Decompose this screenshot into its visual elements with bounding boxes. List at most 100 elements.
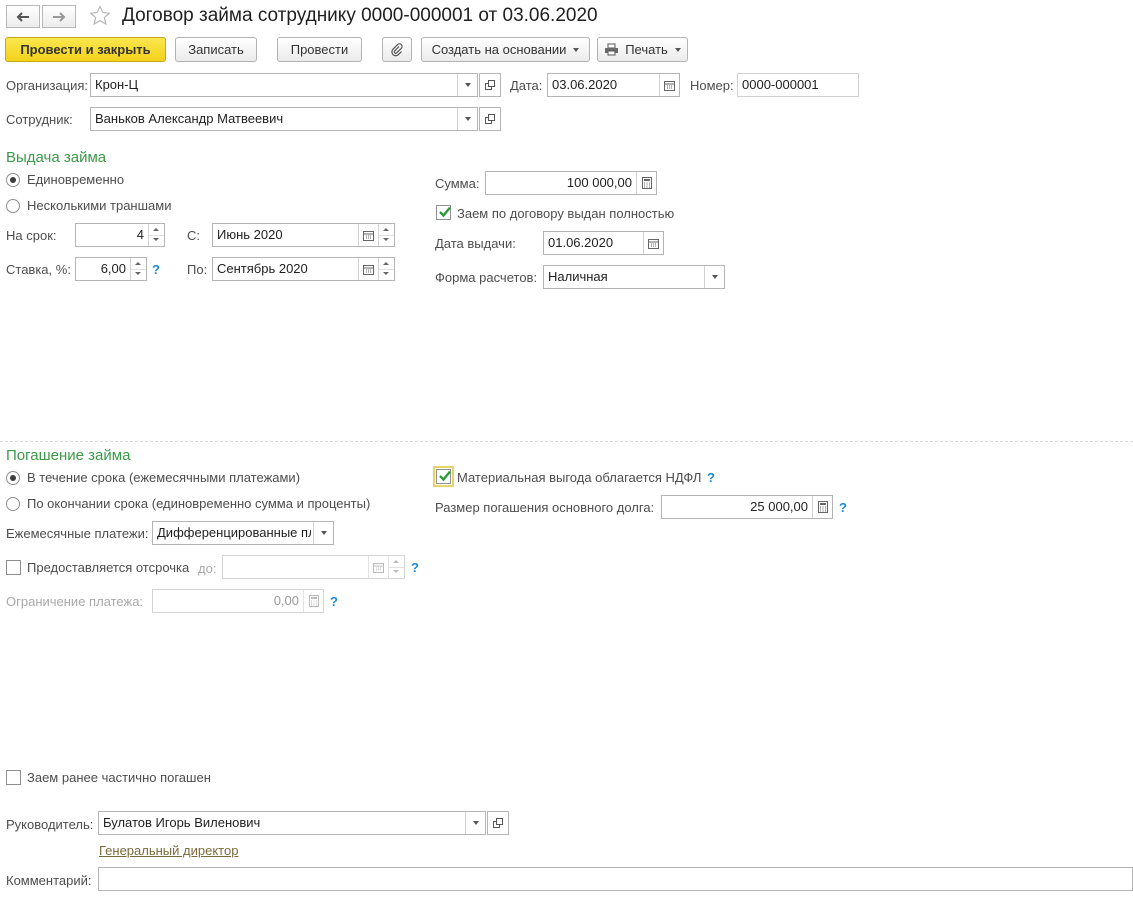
head-dropdown[interactable] bbox=[465, 812, 485, 834]
date-calendar-button[interactable] bbox=[659, 74, 679, 96]
to-label: По: bbox=[187, 262, 208, 277]
issue-once-radio[interactable] bbox=[6, 173, 20, 187]
employee-label: Сотрудник: bbox=[6, 112, 73, 127]
to-value: Сентябрь 2020 bbox=[217, 261, 308, 276]
repay-monthly-radio[interactable] bbox=[6, 471, 20, 485]
open-window-icon bbox=[485, 114, 495, 124]
rate-help-icon[interactable]: ? bbox=[152, 262, 160, 277]
date-field[interactable]: 03.06.2020 bbox=[547, 73, 680, 97]
repay-section-title: Погашение займа bbox=[6, 447, 131, 464]
deferral-help-icon[interactable]: ? bbox=[411, 560, 419, 575]
chevron-down-icon bbox=[464, 83, 471, 87]
arrow-right-icon bbox=[53, 11, 66, 22]
comment-field[interactable] bbox=[98, 867, 1133, 891]
calendar-icon bbox=[373, 562, 384, 573]
number-label: Номер: bbox=[690, 78, 734, 93]
calendar-icon bbox=[363, 264, 374, 275]
head-position-link[interactable]: Генеральный директор bbox=[99, 843, 238, 858]
star-icon bbox=[89, 5, 111, 26]
sum-calculator-button[interactable] bbox=[636, 172, 656, 194]
sum-value: 100 000,00 bbox=[566, 175, 632, 190]
to-calendar-button[interactable] bbox=[358, 258, 378, 280]
calendar-icon bbox=[648, 238, 659, 249]
printer-icon bbox=[605, 43, 619, 56]
term-field[interactable]: 4 bbox=[75, 223, 165, 247]
issue-date-calendar-button[interactable] bbox=[643, 232, 663, 254]
back-button[interactable] bbox=[6, 5, 40, 28]
payment-limit-help-icon[interactable]: ? bbox=[330, 594, 338, 609]
number-field[interactable]: 0000-000001 bbox=[737, 73, 859, 97]
attach-button[interactable] bbox=[382, 37, 412, 62]
deferral-checkbox[interactable] bbox=[6, 560, 21, 575]
from-stepper[interactable] bbox=[378, 224, 394, 246]
page-title: Договор займа сотруднику 0000-000001 от … bbox=[122, 5, 598, 26]
to-field[interactable]: Сентябрь 2020 bbox=[212, 257, 395, 281]
organization-dropdown[interactable] bbox=[457, 74, 477, 96]
employee-dropdown[interactable] bbox=[457, 108, 477, 130]
sum-label: Сумма: bbox=[435, 176, 480, 191]
forward-button[interactable] bbox=[42, 5, 76, 28]
favorite-star[interactable] bbox=[89, 5, 111, 30]
chevron-down-icon bbox=[674, 47, 681, 52]
deferral-stepper[interactable] bbox=[388, 556, 404, 578]
monthly-payments-value: Дифференцированные платежи bbox=[157, 525, 311, 540]
save-button[interactable]: Записать bbox=[175, 37, 257, 62]
deferral-date-field[interactable] bbox=[222, 555, 405, 579]
from-value: Июнь 2020 bbox=[217, 227, 283, 242]
payment-form-select[interactable]: Наличная bbox=[543, 265, 725, 289]
fully-issued-checkbox[interactable] bbox=[436, 205, 451, 220]
employee-field[interactable]: Ваньков Александр Матвеевич bbox=[90, 107, 478, 131]
payment-limit-field[interactable]: 0,00 bbox=[152, 589, 324, 613]
create-based-on-button[interactable]: Создать на основании bbox=[421, 37, 590, 62]
payment-form-dropdown[interactable] bbox=[704, 266, 724, 288]
ndfl-label: Материальная выгода облагается НДФЛ bbox=[457, 470, 702, 485]
comment-label: Комментарий: bbox=[6, 873, 92, 888]
print-button[interactable]: Печать bbox=[597, 37, 688, 62]
principal-help-icon[interactable]: ? bbox=[839, 500, 847, 515]
issue-tranches-radio[interactable] bbox=[6, 199, 20, 213]
rate-field[interactable]: 6,00 bbox=[75, 257, 147, 281]
to-stepper[interactable] bbox=[378, 258, 394, 280]
deferral-calendar-button[interactable] bbox=[368, 556, 388, 578]
head-label: Руководитель: bbox=[6, 817, 94, 832]
employee-open-button[interactable] bbox=[479, 107, 501, 131]
checkmark-icon bbox=[439, 206, 451, 218]
date-label: Дата: bbox=[510, 78, 543, 93]
calendar-icon bbox=[363, 230, 374, 241]
principal-calculator-button[interactable] bbox=[812, 496, 832, 518]
calendar-icon bbox=[664, 80, 675, 91]
monthly-payments-dropdown[interactable] bbox=[313, 522, 333, 544]
chevron-down-icon bbox=[472, 821, 479, 825]
sum-field[interactable]: 100 000,00 bbox=[485, 171, 657, 195]
from-calendar-button[interactable] bbox=[358, 224, 378, 246]
organization-field[interactable]: Крон-Ц bbox=[90, 73, 478, 97]
term-stepper[interactable] bbox=[148, 224, 164, 246]
rate-stepper[interactable] bbox=[130, 258, 146, 280]
payment-form-value: Наличная bbox=[548, 269, 608, 284]
post-button[interactable]: Провести bbox=[277, 37, 362, 62]
create-based-on-label: Создать на основании bbox=[431, 42, 567, 57]
issue-once-label: Единовременно bbox=[27, 172, 125, 187]
organization-open-button[interactable] bbox=[479, 73, 501, 97]
issue-date-field[interactable]: 01.06.2020 bbox=[543, 231, 664, 255]
ndfl-checkbox[interactable] bbox=[433, 466, 454, 487]
chevron-down-icon bbox=[711, 275, 718, 279]
repay-end-radio[interactable] bbox=[6, 497, 20, 511]
partially-repaid-checkbox[interactable] bbox=[6, 770, 21, 785]
monthly-payments-select[interactable]: Дифференцированные платежи bbox=[152, 521, 334, 545]
ndfl-help-icon[interactable]: ? bbox=[707, 470, 715, 485]
principal-value: 25 000,00 bbox=[750, 499, 808, 514]
checkmark-icon bbox=[439, 470, 451, 482]
head-field[interactable]: Булатов Игорь Виленович bbox=[98, 811, 486, 835]
payment-form-label: Форма расчетов: bbox=[435, 270, 538, 285]
post-and-close-button[interactable]: Провести и закрыть bbox=[5, 37, 166, 62]
from-field[interactable]: Июнь 2020 bbox=[212, 223, 395, 247]
head-value: Булатов Игорь Виленович bbox=[103, 815, 261, 830]
head-open-button[interactable] bbox=[487, 811, 509, 835]
partially-repaid-label: Заем ранее частично погашен bbox=[27, 770, 211, 785]
chevron-down-icon bbox=[573, 47, 580, 52]
issue-tranches-label: Несколькими траншами bbox=[27, 198, 172, 213]
principal-field[interactable]: 25 000,00 bbox=[661, 495, 833, 519]
issue-section-title: Выдача займа bbox=[6, 149, 107, 166]
payment-limit-calculator-button[interactable] bbox=[303, 590, 323, 612]
